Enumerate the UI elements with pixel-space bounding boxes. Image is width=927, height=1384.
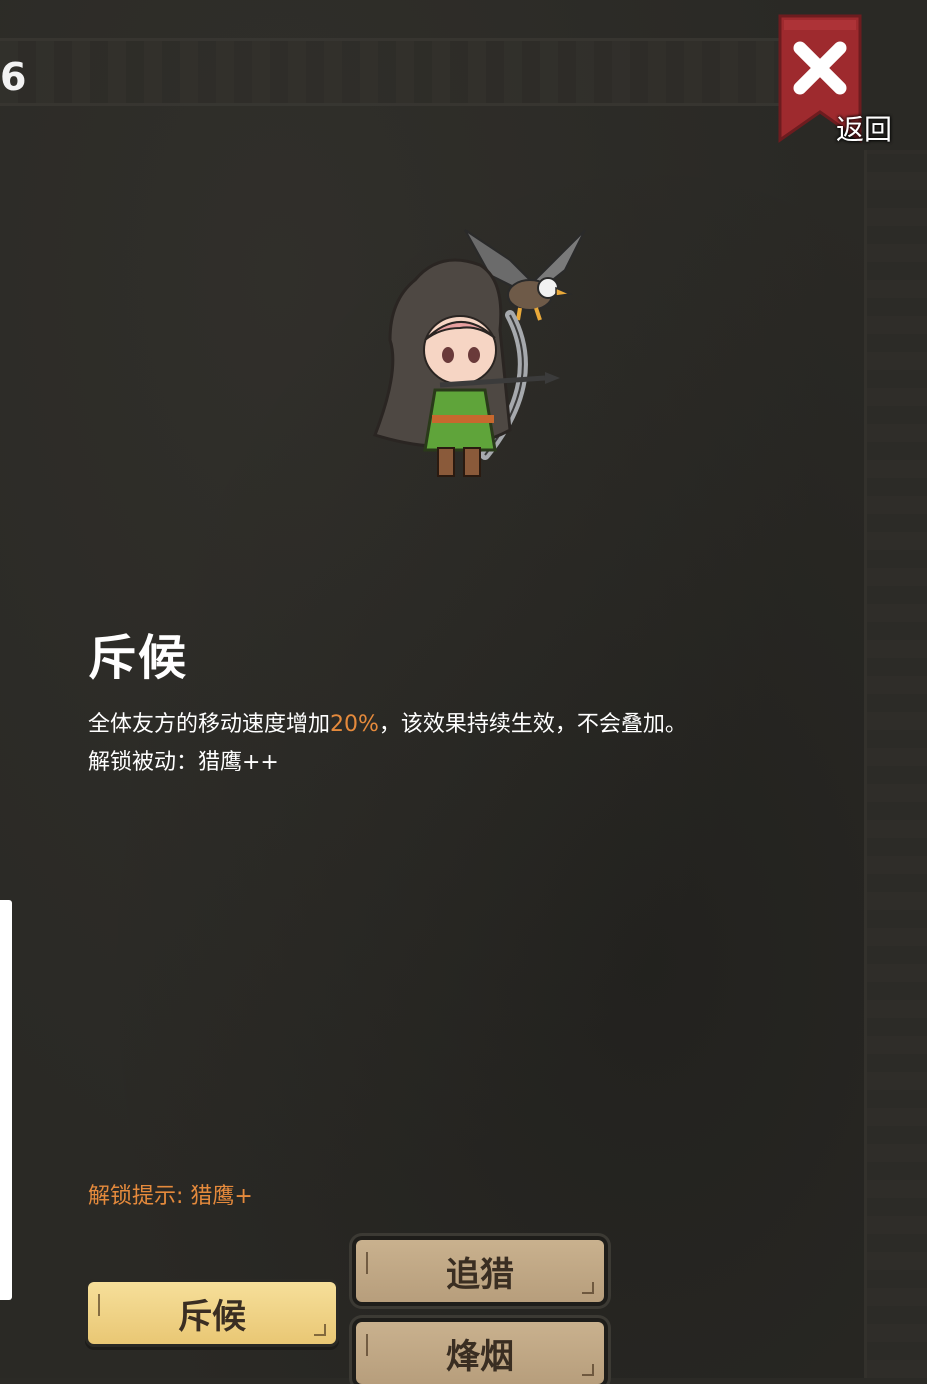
hero-portrait [360, 220, 600, 490]
archer-with-eagle-icon [373, 229, 586, 477]
unlock-hint: 解锁提示: 猎鹰+ [88, 1184, 253, 1209]
skill-effect-text-before: 全体友方的移动速度增加 [88, 712, 331, 737]
skill-effect-line: 全体友方的移动速度增加20%，该效果持续生效，不会叠加。 [88, 706, 687, 744]
background [0, 0, 927, 1378]
skill-passive-line: 解锁被动：猎鹰++ [88, 750, 279, 775]
tab-beacon[interactable]: 烽烟 [356, 1322, 604, 1384]
tab-scout[interactable]: 斥候 [88, 1282, 336, 1344]
close-label: 返回 [836, 113, 893, 146]
skill-effect-value: 20% [330, 712, 379, 737]
skill-effect-text-after: ，该效果持续生效，不会叠加。 [378, 712, 687, 737]
tab-label: 烽烟 [446, 1336, 514, 1377]
right-frame-border [864, 150, 927, 1378]
skill-title: 斥候 [88, 630, 189, 686]
tab-hunt[interactable]: 追猎 [356, 1240, 604, 1302]
tab-label: 追猎 [446, 1254, 514, 1295]
top-frame-border [0, 38, 800, 106]
corner-number: 6 [0, 55, 27, 99]
tab-label: 斥候 [178, 1296, 246, 1337]
skill-description: 全体友方的移动速度增加20%，该效果持续生效，不会叠加。 解锁被动：猎鹰++ [88, 706, 687, 782]
scrollbar[interactable] [0, 900, 12, 1300]
